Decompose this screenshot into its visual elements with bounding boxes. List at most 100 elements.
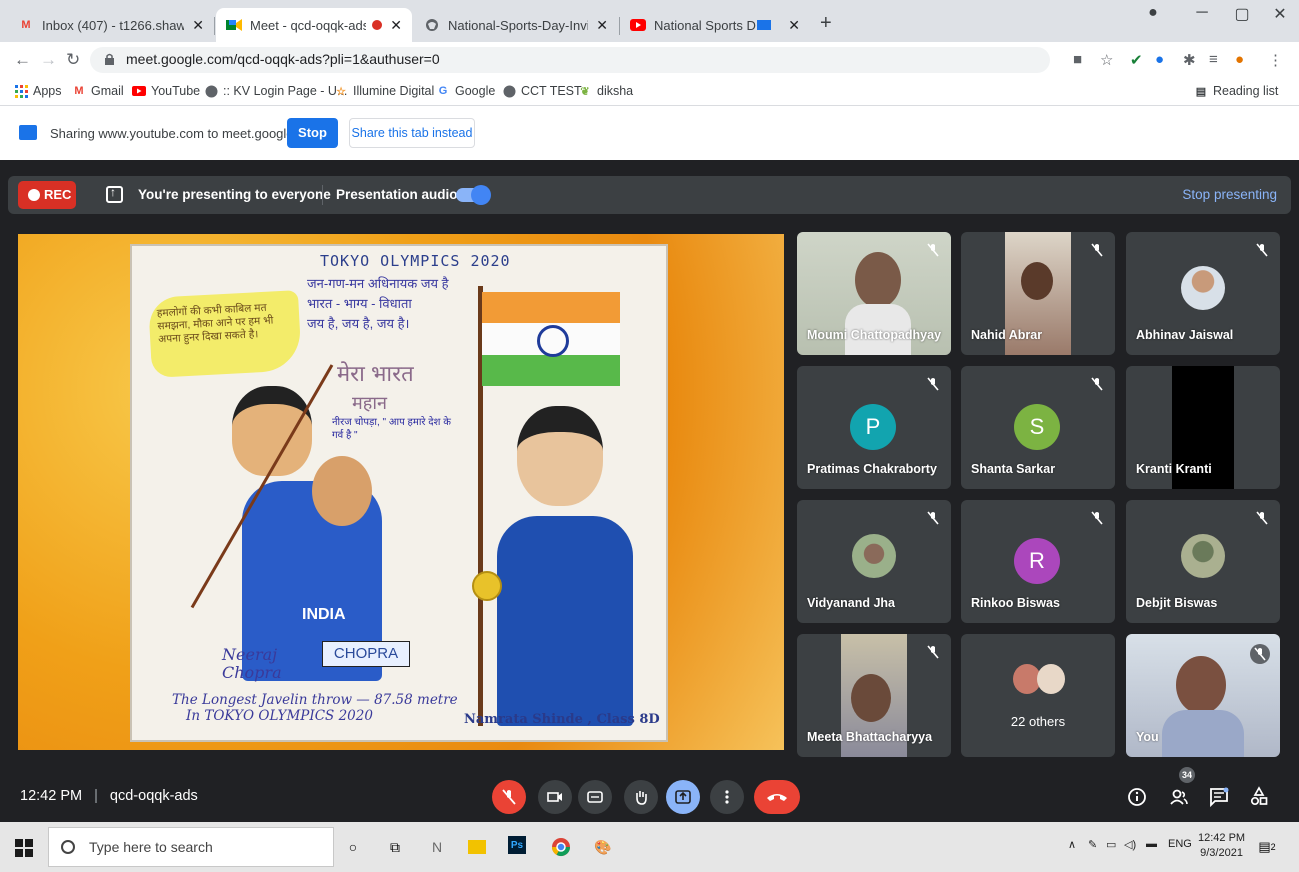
youtube-icon	[630, 17, 646, 33]
muted-mic-icon	[925, 644, 941, 660]
clock-date: 9/3/2021	[1200, 847, 1243, 859]
tray-expand-icon[interactable]: ∧	[1068, 838, 1076, 851]
restore-button[interactable]: ▢	[1222, 4, 1262, 24]
taskbar-search-box[interactable]: Type here to search	[48, 827, 334, 867]
bookmark-star-icon[interactable]: ☆	[1100, 51, 1113, 69]
banner-divider	[322, 185, 323, 205]
more-options-button[interactable]	[710, 780, 744, 814]
poster-record-text: The Longest Javelin throw — 87.58 metre …	[172, 692, 458, 724]
cortana-icon[interactable]: ○	[342, 836, 364, 858]
volume-icon[interactable]: ◁)	[1124, 838, 1136, 851]
share-this-tab-button[interactable]: Share this tab instead	[349, 118, 475, 148]
self-video-tile[interactable]: You	[1126, 634, 1280, 757]
tab-title: National-Sports-Day-Invitation.jp	[448, 17, 589, 33]
reading-list-button[interactable]: ▤ Reading list	[1194, 84, 1279, 98]
participant-tile[interactable]: Kranti Kranti	[1126, 366, 1280, 489]
more-vert-icon	[725, 790, 729, 804]
tray-pen-icon[interactable]: ✎	[1088, 838, 1097, 851]
participant-tile[interactable]: Vidyanand Jha	[797, 500, 951, 623]
bookmark-google[interactable]: G Google	[436, 84, 496, 98]
leave-call-button[interactable]	[754, 780, 800, 814]
bookmark-diksha[interactable]: ❦ diksha	[578, 84, 633, 98]
bookmark-youtube[interactable]: YouTube	[132, 84, 200, 98]
bookmark-cct-test[interactable]: CCT TEST	[502, 84, 582, 98]
close-tab-icon[interactable]: ✕	[390, 17, 402, 34]
participant-tile[interactable]: P Pratimas Chakraborty	[797, 366, 951, 489]
mic-toggle-button[interactable]	[492, 780, 526, 814]
activities-button[interactable]	[1248, 786, 1272, 810]
chat-button[interactable]	[1208, 786, 1232, 810]
windows-start-icon[interactable]	[15, 839, 33, 857]
chat-icon	[1210, 787, 1229, 808]
presenting-banner: REC You're presenting to everyone Presen…	[8, 176, 1291, 214]
tray-battery-icon[interactable]: ▭	[1106, 838, 1116, 851]
puzzle-icon[interactable]: ✱	[1183, 51, 1196, 69]
network-icon[interactable]: ▬	[1146, 838, 1157, 850]
raise-hand-button[interactable]	[624, 780, 658, 814]
check-extension-icon[interactable]: ✔	[1130, 51, 1143, 69]
participant-face	[1021, 262, 1053, 300]
participant-tile[interactable]: R Rinkoo Biswas	[961, 500, 1115, 623]
file-explorer-icon[interactable]	[468, 840, 486, 854]
notes-app-icon[interactable]: N	[426, 836, 448, 858]
reload-icon[interactable]: ↻	[66, 50, 80, 70]
close-tab-icon[interactable]: ✕	[192, 17, 204, 34]
participant-tile[interactable]: Abhinav Jaiswal	[1126, 232, 1280, 355]
muted-mic-icon	[1089, 242, 1105, 258]
reading-mode-icon[interactable]: ≡	[1209, 51, 1218, 68]
search-icon	[61, 840, 75, 854]
profile-icon[interactable]: ●	[1133, 4, 1173, 22]
bookmark-illumine[interactable]: ☆ Illumine Digital	[334, 84, 434, 98]
minimize-button[interactable]: ─	[1182, 4, 1222, 22]
new-tab-button[interactable]: +	[820, 12, 832, 35]
bookmark-gmail[interactable]: M Gmail	[72, 84, 123, 98]
paint-app-icon[interactable]: 🎨	[592, 836, 614, 858]
tab-youtube-poster[interactable]: National Sports Day Poster I ✕	[620, 8, 810, 42]
close-window-button[interactable]: ✕	[1260, 4, 1299, 24]
camera-icon[interactable]: ■	[1073, 51, 1082, 68]
present-now-button[interactable]	[666, 780, 700, 814]
recording-indicator[interactable]: REC	[18, 181, 76, 209]
photoshop-icon[interactable]: Ps	[508, 836, 526, 854]
notification-center-icon[interactable]: ▤ 2	[1256, 836, 1278, 858]
participant-initial-avatar: S	[1014, 404, 1060, 450]
stop-presenting-button[interactable]: Stop presenting	[1182, 187, 1277, 202]
participant-tile[interactable]: Meeta Bhattacharyya	[797, 634, 951, 757]
participant-tile[interactable]: Nahid Abrar	[961, 232, 1115, 355]
participant-name: Debjit Biswas	[1136, 596, 1218, 610]
close-tab-icon[interactable]: ✕	[596, 17, 608, 34]
bookmark-apps[interactable]: Apps	[14, 84, 62, 98]
globe-icon	[204, 84, 218, 98]
menu-kebab-icon[interactable]: ⋮	[1268, 51, 1283, 69]
stop-sharing-button[interactable]: Stop	[287, 118, 338, 148]
participant-name: Nahid Abrar	[971, 328, 1043, 342]
task-view-icon[interactable]: ⧉	[384, 836, 406, 858]
system-clock[interactable]: 12:42 PM 9/3/2021	[1198, 831, 1245, 861]
participant-tile[interactable]: Debjit Biswas	[1126, 500, 1280, 623]
people-button[interactable]	[1168, 786, 1192, 810]
meeting-details-button[interactable]	[1126, 786, 1150, 810]
profile-avatar-icon[interactable]: ●	[1235, 51, 1244, 68]
camera-toggle-button[interactable]	[538, 780, 572, 814]
captions-button[interactable]	[578, 780, 612, 814]
participant-tile[interactable]: Moumi Chattopadhyay	[797, 232, 951, 355]
tab-invitation[interactable]: National-Sports-Day-Invitation.jp ✕	[414, 8, 618, 42]
tab-meet[interactable]: Meet - qcd-oqqk-ads ✕	[216, 8, 412, 42]
chrome-icon[interactable]	[550, 836, 572, 858]
tab-gmail-inbox[interactable]: M Inbox (407) - t1266.shawon.bose ✕	[8, 8, 214, 42]
bookmarks-bar: Apps M Gmail YouTube :: KV Login Page - …	[0, 78, 1299, 106]
back-arrow-icon[interactable]: ←	[14, 50, 31, 70]
gold-medal	[472, 571, 502, 601]
bookmark-kv-login[interactable]: :: KV Login Page - U...	[204, 84, 347, 98]
forward-arrow-icon[interactable]: →	[40, 50, 57, 70]
close-tab-icon[interactable]: ✕	[788, 17, 800, 34]
meeting-time-and-code: 12:42 PM | qcd-oqqk-ads	[20, 788, 198, 804]
url-field[interactable]: meet.google.com/qcd-oqqk-ads?pli=1&authu…	[90, 47, 1050, 73]
extension-k-icon[interactable]: ●	[1155, 51, 1164, 68]
participant-tile[interactable]: S Shanta Sarkar	[961, 366, 1115, 489]
signature-line: Chopra	[222, 663, 282, 682]
participant-tile-others[interactable]: 22 others	[961, 634, 1115, 757]
gmail-icon: M	[74, 85, 84, 97]
presentation-audio-toggle[interactable]	[456, 185, 491, 205]
input-language[interactable]: ENG	[1168, 838, 1192, 850]
